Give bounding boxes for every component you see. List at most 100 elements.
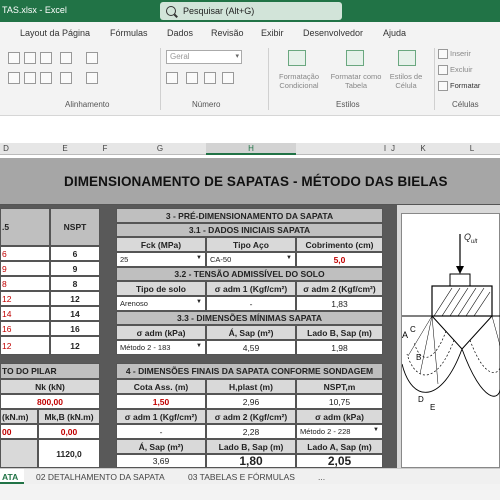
cell-styles-label[interactable]: Estilos de Célula [384, 72, 428, 90]
adm2-value[interactable]: 1,83 [296, 296, 383, 311]
nk-value[interactable]: 800,00 [0, 394, 100, 409]
conditional-format-icon[interactable] [288, 50, 306, 66]
tab-more[interactable]: ... [318, 472, 325, 482]
align-center-icon[interactable] [24, 72, 36, 84]
left-a-6[interactable]: 12 [0, 336, 50, 355]
thousands-icon[interactable] [204, 72, 216, 84]
left-a-2[interactable]: 8 [0, 276, 50, 291]
left-a-4[interactable]: 14 [0, 306, 50, 321]
percent-icon[interactable] [186, 72, 198, 84]
sheet-title: DIMENSIONAMENTO DE SAPATAS - MÉTODO DAS … [64, 174, 448, 189]
tab-formulas[interactable]: Fórmulas [110, 28, 148, 38]
tab-ajuda[interactable]: Ajuda [383, 28, 406, 38]
fck-select[interactable]: 25 ▼ [116, 252, 206, 267]
solo-label: Tipo de solo [116, 281, 206, 296]
left-b-4[interactable]: 14 [50, 306, 100, 321]
tab-layout[interactable]: Layout da Página [20, 28, 90, 38]
tab-sheet-03[interactable]: 03 TABELAS E FÓRMULAS [188, 472, 295, 482]
tab-desenvolvedor[interactable]: Desenvolvedor [303, 28, 363, 38]
adm1-value[interactable]: - [206, 296, 296, 311]
col-e[interactable]: E [55, 144, 75, 153]
format-label[interactable]: Formatar [450, 81, 480, 90]
insert-label[interactable]: Inserir [450, 49, 471, 58]
col-k[interactable]: K [413, 144, 433, 153]
left-b-3[interactable]: 12 [50, 291, 100, 306]
format-table-icon[interactable] [346, 50, 364, 66]
metodo-value: Método 2 - 183 [120, 343, 171, 352]
figure-panel: A C B D E Qult [397, 205, 500, 468]
s4-adm2-value[interactable]: 2,28 [206, 424, 296, 439]
area-value[interactable]: 4,59 [206, 340, 296, 355]
format-table-label[interactable]: Formatar como Tabela [326, 72, 386, 90]
indent-icon[interactable] [60, 72, 72, 84]
merge-center-icon[interactable] [86, 72, 98, 84]
s4-adm1-label: σ adm 1 (Kgf/cm²) [116, 409, 206, 424]
extra-value[interactable]: 1120,0 [38, 439, 100, 468]
align-middle-icon[interactable] [24, 52, 36, 64]
aco-select[interactable]: CA-50 ▼ [206, 252, 296, 267]
col-j[interactable]: J [386, 144, 400, 153]
left-hdr-frag: .5 [0, 208, 50, 246]
s4-area-value[interactable]: 3,69 [116, 454, 206, 468]
chevron-down-icon: ▼ [286, 255, 292, 261]
decimal-icon[interactable] [222, 72, 234, 84]
tab-revisao[interactable]: Revisão [211, 28, 244, 38]
solo-select[interactable]: Arenoso ▼ [116, 296, 206, 311]
nspt-m-label: NSPT,m [296, 379, 383, 394]
s4-sadm-label: σ adm (kPa) [296, 409, 383, 424]
hplast-label: H,plast (m) [206, 379, 296, 394]
mkb-value[interactable]: 0,00 [38, 424, 100, 439]
mka-value[interactable]: 00 [0, 424, 38, 439]
ribbon: Alinhamento Geral ▾ Número Formatação Co… [0, 44, 500, 116]
tab-dados[interactable]: Dados [167, 28, 193, 38]
left-a-1[interactable]: 9 [0, 261, 50, 276]
left-a-0[interactable]: 6 [0, 246, 50, 261]
s4-title: 4 - DIMENSÕES FINAIS DA SAPATA CONFORME … [116, 363, 383, 379]
s31-title: 3.1 - DADOS INICIAIS SAPATA [116, 223, 383, 237]
s4-ladoa-value[interactable]: 2,05 [296, 454, 383, 468]
align-bottom-icon[interactable] [40, 52, 52, 64]
cob-value[interactable]: 5,0 [296, 252, 383, 267]
wrap-text-icon[interactable] [86, 52, 98, 64]
col-h[interactable]: H [206, 143, 296, 155]
left-b-2[interactable]: 8 [50, 276, 100, 291]
orientation-icon[interactable] [60, 52, 72, 64]
s4-adm1-value[interactable]: - [116, 424, 206, 439]
col-d[interactable]: D [0, 144, 12, 153]
mkb-label: Mk,B (kN.m) [38, 409, 100, 424]
tab-exibir[interactable]: Exibir [261, 28, 284, 38]
tab-sheet-02[interactable]: 02 DETALHAMENTO DA SAPATA [36, 472, 165, 482]
ribbon-tabs: Layout da Página Fórmulas Dados Revisão … [0, 22, 500, 44]
col-l[interactable]: L [462, 144, 482, 153]
insert-icon[interactable] [438, 49, 448, 59]
metodo-select[interactable]: Método 2 - 183 ▼ [116, 340, 206, 355]
left-a-3[interactable]: 12 [0, 291, 50, 306]
align-left-icon[interactable] [8, 72, 20, 84]
left-b-1[interactable]: 9 [50, 261, 100, 276]
left-b-6[interactable]: 12 [50, 336, 100, 355]
currency-icon[interactable] [166, 72, 178, 84]
conditional-format-label[interactable]: Formatação Condicional [270, 72, 328, 90]
left-b-5[interactable]: 16 [50, 321, 100, 336]
number-format-dropdown[interactable]: Geral ▾ [166, 50, 242, 64]
align-right-icon[interactable] [40, 72, 52, 84]
align-top-icon[interactable] [8, 52, 20, 64]
col-g[interactable]: G [150, 144, 170, 153]
cota-value[interactable]: 1,50 [116, 394, 206, 409]
format-icon[interactable] [438, 81, 448, 91]
s4-ladob-value[interactable]: 1,80 [206, 454, 296, 468]
ladob-value[interactable]: 1,98 [296, 340, 383, 355]
delete-icon[interactable] [438, 65, 448, 75]
search-box[interactable]: Pesquisar (Alt+G) [160, 2, 342, 20]
tab-sheet-01[interactable]: ATA [0, 469, 24, 484]
left-b-0[interactable]: 6 [50, 246, 100, 261]
col-f[interactable]: F [98, 144, 112, 153]
left-a-5[interactable]: 16 [0, 321, 50, 336]
svg-text:E: E [430, 403, 435, 412]
hplast-value[interactable]: 2,96 [206, 394, 296, 409]
cell-styles-icon[interactable] [398, 50, 416, 66]
delete-label[interactable]: Excluir [450, 65, 473, 74]
s4-metodo-select[interactable]: Método 2 - 228 ▼ [296, 424, 383, 439]
status-bar [0, 484, 500, 500]
nspt-m-value[interactable]: 10,75 [296, 394, 383, 409]
